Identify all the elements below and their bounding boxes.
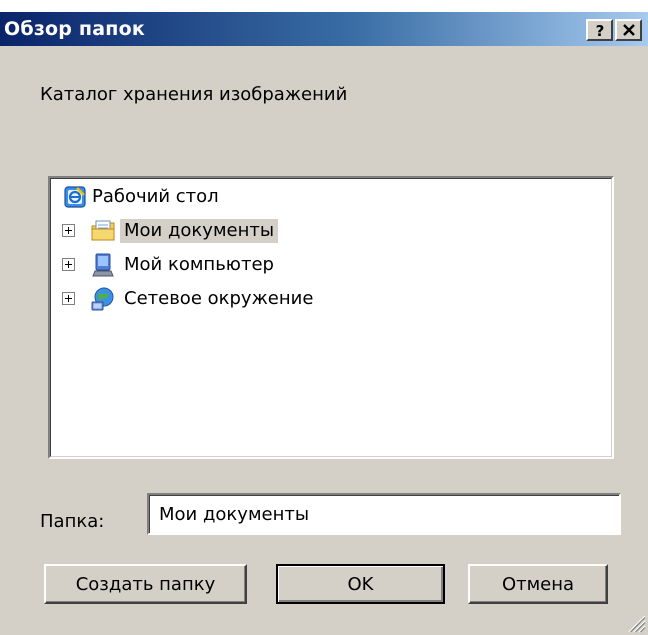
desktop-icon bbox=[62, 184, 88, 210]
help-button[interactable]: ? bbox=[586, 19, 613, 41]
tree-node-label: Мои документы bbox=[120, 219, 279, 243]
folder-name-input[interactable] bbox=[147, 493, 621, 535]
tree-node-my-documents[interactable]: Мои документы bbox=[62, 216, 362, 246]
dialog-caption: Каталог хранения изображений bbox=[40, 84, 348, 105]
tree-node-network-places[interactable]: Сетевое окружение bbox=[62, 284, 402, 314]
title-bar[interactable]: Обзор папок ? bbox=[0, 12, 648, 46]
expand-plus-icon[interactable] bbox=[62, 224, 75, 237]
window-title: Обзор папок bbox=[4, 18, 145, 40]
folder-field-label: Папка: bbox=[40, 511, 105, 532]
folder-tree[interactable]: Рабочий стол Мои документы Мой компьютер bbox=[48, 176, 614, 459]
tree-node-label: Сетевое окружение bbox=[124, 288, 314, 309]
tree-node-desktop[interactable]: Рабочий стол bbox=[58, 182, 358, 212]
tree-node-label: Мой компьютер bbox=[124, 254, 274, 275]
tree-node-label: Рабочий стол bbox=[92, 186, 219, 207]
close-icon bbox=[622, 24, 635, 36]
expand-plus-icon[interactable] bbox=[62, 258, 75, 271]
cancel-button[interactable]: Отмена bbox=[468, 564, 608, 604]
my-documents-icon bbox=[90, 218, 116, 244]
tree-node-my-computer[interactable]: Мой компьютер bbox=[62, 250, 362, 280]
ok-button[interactable]: OK bbox=[276, 564, 445, 604]
expand-plus-icon[interactable] bbox=[62, 292, 75, 305]
new-folder-button[interactable]: Создать папку bbox=[44, 564, 247, 604]
svg-text:?: ? bbox=[595, 22, 604, 38]
close-button[interactable] bbox=[615, 19, 642, 41]
network-places-icon bbox=[90, 286, 116, 312]
my-computer-icon bbox=[90, 252, 116, 278]
question-icon: ? bbox=[595, 22, 604, 38]
resize-grip-icon[interactable] bbox=[624, 611, 646, 633]
